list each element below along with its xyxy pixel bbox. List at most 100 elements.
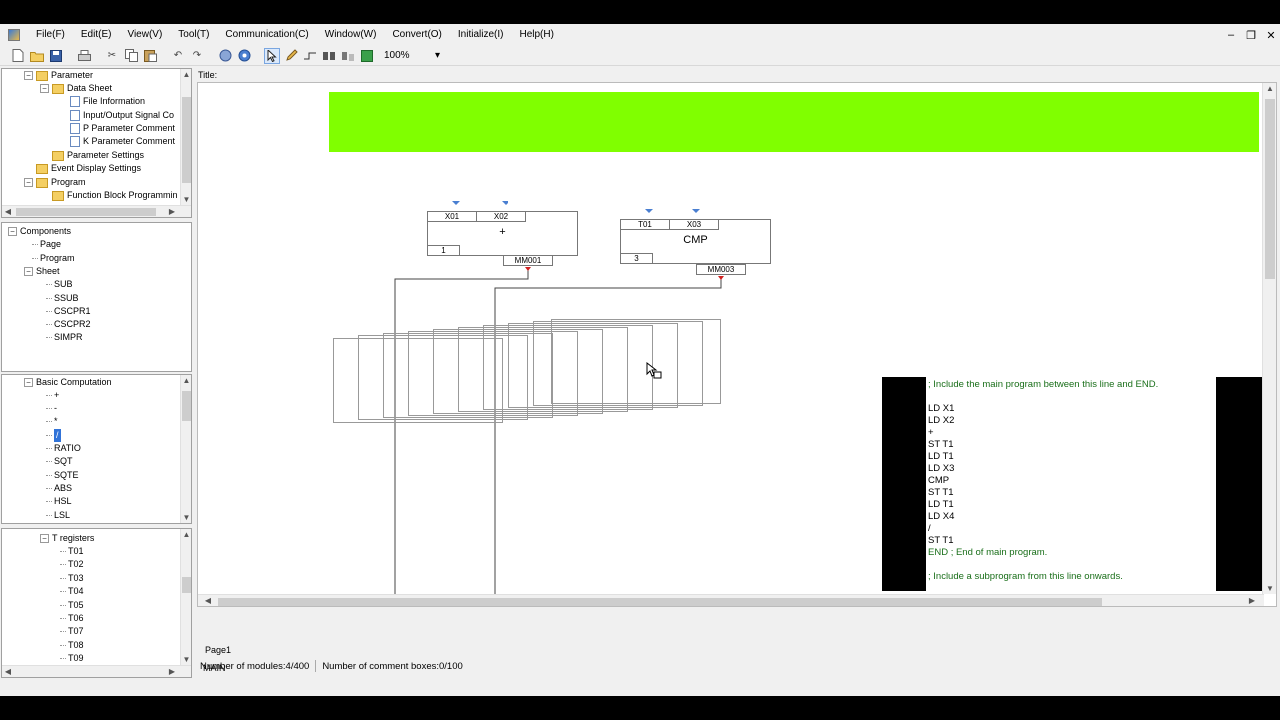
scroll-right-icon[interactable]: ▶ [166,666,178,677]
tree-item-parameter[interactable]: − Parameter [24,69,93,82]
menu-window[interactable]: Window(W) [317,24,385,46]
tree-item-sub[interactable]: SUB [46,278,73,291]
canvas-horizontal-scrollbar[interactable]: ◀ ▶ [198,594,1264,606]
horizontal-scrollbar[interactable]: ◀ ▶ [2,665,191,677]
tree-item-sheet[interactable]: − Sheet [24,265,60,278]
tree-item-file-information[interactable]: File Information [70,95,145,108]
tree-item-abs[interactable]: ABS [46,482,72,495]
tree-item-t05[interactable]: T05 [60,599,84,612]
menu-tool[interactable]: Tool(T) [170,24,217,46]
app-icon[interactable] [8,29,20,41]
menu-convert[interactable]: Convert(O) [384,24,449,46]
tree-item-ssub[interactable]: SSUB [46,292,79,305]
vertical-scrollbar[interactable]: ▲ ▼ [180,69,191,205]
tree-item-sqte[interactable]: SQTE [46,469,79,482]
tree-item-p-parameter[interactable]: P Parameter Comment [70,122,175,135]
collapse-icon[interactable]: − [24,178,33,187]
instruction-list[interactable]: ; Include the main program between this … [926,377,1216,591]
vertical-scrollbar[interactable]: ▲ ▼ [180,529,191,665]
select-pointer-icon[interactable] [264,47,280,64]
zoom-select[interactable]: 100% ▾ [384,50,440,61]
scroll-right-icon[interactable]: ▶ [166,206,178,217]
tree-item-k-parameter[interactable]: K Parameter Comment [70,135,175,148]
tree-item-data-sheet[interactable]: − Data Sheet [40,82,112,95]
find-icon[interactable] [321,48,337,64]
tree-item-ratio[interactable]: RATIO [46,442,81,455]
vertical-scrollbar[interactable]: ▲ ▼ [180,375,191,523]
tree-item-t07[interactable]: T07 [60,625,84,638]
menu-communication[interactable]: Communication(C) [217,24,316,46]
tree-item-cscpr2[interactable]: CSCPR2 [46,318,91,331]
scroll-right-icon[interactable]: ▶ [1246,595,1258,606]
collapse-icon[interactable]: − [24,378,33,387]
help-icon[interactable] [236,48,252,64]
collapse-icon[interactable]: − [40,84,49,93]
replace-icon[interactable] [340,48,356,64]
restore-icon[interactable]: ❐ [1246,29,1256,42]
copy-icon[interactable] [123,48,139,64]
menu-view[interactable]: View(V) [119,24,170,46]
pencil-icon[interactable] [283,48,299,64]
tree-item-t-registers[interactable]: − T registers [40,532,94,545]
tree-item-t06[interactable]: T06 [60,612,84,625]
redo-icon[interactable]: ↷ [189,48,205,64]
scroll-up-icon[interactable]: ▲ [181,375,191,386]
tree-item-io-signal[interactable]: Input/Output Signal Co [70,109,174,122]
collapse-icon[interactable]: − [24,267,33,276]
scroll-up-icon[interactable]: ▲ [181,529,191,540]
tree-item-parameter-settings[interactable]: Parameter Settings [52,149,144,162]
scroll-thumb[interactable] [182,577,191,593]
tree-item-t08[interactable]: T08 [60,639,84,652]
tree-item-event-display[interactable]: Event Display Settings [36,162,141,175]
new-file-icon[interactable] [10,48,26,64]
menu-file[interactable]: File(F) [28,24,73,46]
tree-item-lsl[interactable]: LSL [46,509,70,522]
sheet-tab-page1[interactable]: Page1 [205,645,231,655]
horizontal-scrollbar[interactable]: ◀ ▶ [2,205,191,217]
tree-item-multiply[interactable]: * [46,415,58,428]
scroll-thumb[interactable] [1265,99,1275,279]
scroll-left-icon[interactable]: ◀ [2,666,14,677]
build-icon[interactable] [359,48,375,64]
scroll-thumb[interactable] [218,598,1102,606]
tree-item-t03[interactable]: T03 [60,572,84,585]
scroll-thumb[interactable] [182,391,191,421]
scroll-up-icon[interactable]: ▲ [181,69,191,80]
scroll-up-icon[interactable]: ▲ [1263,83,1276,94]
tree-item-components[interactable]: − Components [8,225,71,238]
scroll-left-icon[interactable]: ◀ [202,595,214,606]
scroll-down-icon[interactable]: ▼ [181,512,191,523]
tree-item-basic-computation[interactable]: − Basic Computation [24,376,112,389]
tree-item-subtract[interactable]: - [46,402,57,415]
tree-item-t01[interactable]: T01 [60,545,84,558]
scroll-thumb[interactable] [16,208,156,216]
tree-item-add[interactable]: + [46,389,59,402]
tree-item-divide[interactable]: / [46,429,61,442]
paste-icon[interactable] [142,48,158,64]
scroll-down-icon[interactable]: ▼ [181,194,191,205]
menu-edit[interactable]: Edit(E) [73,24,120,46]
tree-item-page[interactable]: Page [32,238,61,251]
wire-icon[interactable] [302,48,318,64]
scroll-down-icon[interactable]: ▼ [1263,583,1276,594]
tree-item-t04[interactable]: T04 [60,585,84,598]
tree-item-t02[interactable]: T02 [60,558,84,571]
menu-initialize[interactable]: Initialize(I) [450,24,512,46]
cut-icon[interactable]: ✂ [104,48,120,64]
collapse-icon[interactable]: − [40,534,49,543]
save-icon[interactable] [48,48,64,64]
scroll-left-icon[interactable]: ◀ [2,206,14,217]
scroll-down-icon[interactable]: ▼ [181,654,191,665]
tree-item-sqt[interactable]: SQT [46,455,73,468]
tree-item-simpr[interactable]: SIMPR [46,331,83,344]
tree-item-t09[interactable]: T09 [60,652,84,665]
collapse-icon[interactable]: − [24,71,33,80]
open-folder-icon[interactable] [29,48,45,64]
tree-item-function-block[interactable]: Function Block Programmin [52,189,178,202]
menu-help[interactable]: Help(H) [511,24,561,46]
tree-item-cscpr1[interactable]: CSCPR1 [46,305,91,318]
fb-canvas[interactable]: X01 X02 + 1 MM001 T01 X03 CMP 3 MM003 ; … [197,82,1277,607]
collapse-icon[interactable]: − [8,227,17,236]
print-icon[interactable] [76,48,92,64]
close-icon[interactable]: ✕ [1266,29,1276,42]
